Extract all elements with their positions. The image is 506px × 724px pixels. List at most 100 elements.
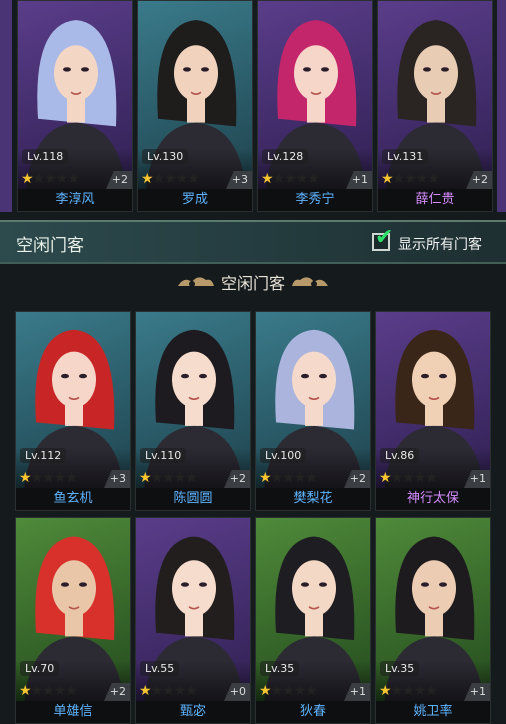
- star-empty-icon: ★: [173, 683, 187, 699]
- star-empty-icon: ★: [185, 470, 198, 486]
- hero-card[interactable]: Lv.130 ★★★★★ +3 罗成: [137, 0, 253, 212]
- offscreen-card-right: [497, 0, 506, 212]
- hero-card[interactable]: Lv.112 ★★★★★ +3 鱼玄机: [15, 311, 131, 511]
- star-filled-icon: ★: [379, 683, 392, 699]
- cloud-ornament-left-icon: [177, 277, 214, 287]
- hero-bonus-badge: +1: [344, 683, 370, 701]
- star-rating: ★★★★★: [139, 470, 198, 486]
- star-empty-icon: ★: [150, 470, 164, 486]
- hero-name: 陈圆圆: [136, 488, 250, 510]
- hero-level: Lv.100: [260, 448, 307, 463]
- star-empty-icon: ★: [42, 470, 55, 486]
- star-empty-icon: ★: [425, 470, 438, 486]
- hero-card[interactable]: Lv.118 ★★★★★ +2 李淳风: [17, 0, 133, 212]
- star-empty-icon: ★: [152, 171, 166, 187]
- hero-level: Lv.86: [380, 448, 420, 463]
- star-rating: ★★★★★: [19, 470, 78, 486]
- hero-info-overlay: Lv.55 ★★★★★ +0: [136, 661, 250, 701]
- hero-bonus-badge: +1: [464, 470, 490, 488]
- star-empty-icon: ★: [173, 470, 187, 486]
- star-empty-icon: ★: [30, 470, 44, 486]
- star-empty-icon: ★: [270, 683, 284, 699]
- hero-bonus-badge: +2: [106, 171, 132, 189]
- hero-bonus-badge: +0: [224, 683, 250, 701]
- hero-info-overlay: Lv.130 ★★★★★ +3: [138, 149, 252, 189]
- hero-card[interactable]: Lv.110 ★★★★★ +2 陈圆圆: [135, 311, 251, 511]
- star-empty-icon: ★: [415, 171, 429, 187]
- star-empty-icon: ★: [65, 683, 78, 699]
- hero-info-overlay: Lv.112 ★★★★★ +3: [16, 448, 130, 488]
- star-empty-icon: ★: [282, 683, 295, 699]
- hero-bonus-badge: +3: [226, 171, 252, 189]
- hero-level: Lv.128: [262, 149, 309, 164]
- star-filled-icon: ★: [381, 171, 394, 187]
- offscreen-card-left: [0, 0, 12, 212]
- star-empty-icon: ★: [425, 683, 438, 699]
- hero-card[interactable]: Lv.35 ★★★★★ +1 狄春: [255, 517, 371, 724]
- star-filled-icon: ★: [261, 171, 274, 187]
- hero-card[interactable]: Lv.86 ★★★★★ +1 神行太保: [375, 311, 491, 511]
- star-filled-icon: ★: [139, 470, 152, 486]
- hero-name: 狄春: [256, 701, 370, 723]
- hero-card[interactable]: Lv.100 ★★★★★ +2 樊梨花: [255, 311, 371, 511]
- star-rating: ★★★★★: [379, 683, 438, 699]
- hero-info-overlay: Lv.35 ★★★★★ +1: [376, 661, 490, 701]
- hero-name: 神行太保: [376, 488, 490, 510]
- hero-name: 樊梨花: [256, 488, 370, 510]
- hero-card[interactable]: Lv.55 ★★★★★ +0 甄宓: [135, 517, 251, 724]
- star-empty-icon: ★: [413, 683, 427, 699]
- star-empty-icon: ★: [187, 171, 200, 187]
- star-empty-icon: ★: [293, 470, 307, 486]
- star-filled-icon: ★: [21, 171, 34, 187]
- star-empty-icon: ★: [413, 470, 427, 486]
- hero-name: 甄宓: [136, 701, 250, 723]
- hero-info-overlay: Lv.131 ★★★★★ +2: [378, 149, 492, 189]
- star-empty-icon: ★: [427, 171, 440, 187]
- star-filled-icon: ★: [19, 470, 32, 486]
- star-empty-icon: ★: [282, 470, 295, 486]
- hero-card[interactable]: Lv.35 ★★★★★ +1 姚卫率: [375, 517, 491, 724]
- show-all-label[interactable]: 显示所有门客: [398, 234, 482, 254]
- star-empty-icon: ★: [53, 470, 67, 486]
- star-empty-icon: ★: [162, 683, 175, 699]
- show-all-checkbox[interactable]: ✔: [372, 227, 393, 251]
- star-empty-icon: ★: [284, 171, 297, 187]
- star-empty-icon: ★: [162, 470, 175, 486]
- star-empty-icon: ★: [295, 171, 309, 187]
- hero-level: Lv.70: [20, 661, 60, 676]
- star-empty-icon: ★: [305, 470, 318, 486]
- star-filled-icon: ★: [19, 683, 32, 699]
- hero-bonus-badge: +2: [224, 470, 250, 488]
- star-empty-icon: ★: [164, 171, 177, 187]
- star-empty-icon: ★: [32, 171, 46, 187]
- star-empty-icon: ★: [293, 683, 307, 699]
- star-empty-icon: ★: [55, 171, 69, 187]
- hero-info-overlay: Lv.35 ★★★★★ +1: [256, 661, 370, 701]
- hero-card[interactable]: Lv.70 ★★★★★ +2 单雄信: [15, 517, 131, 724]
- hero-bonus-badge: +1: [464, 683, 490, 701]
- star-empty-icon: ★: [175, 171, 189, 187]
- star-empty-icon: ★: [67, 171, 80, 187]
- star-empty-icon: ★: [402, 683, 415, 699]
- hero-bonus-badge: +1: [346, 171, 372, 189]
- star-rating: ★★★★★: [19, 683, 78, 699]
- star-empty-icon: ★: [272, 171, 286, 187]
- hero-name: 李淳风: [18, 189, 132, 211]
- hero-bonus-badge: +2: [466, 171, 492, 189]
- star-empty-icon: ★: [42, 683, 55, 699]
- star-empty-icon: ★: [65, 470, 78, 486]
- star-filled-icon: ★: [141, 171, 154, 187]
- hero-level: Lv.35: [260, 661, 300, 676]
- star-rating: ★★★★★: [21, 171, 80, 187]
- hero-name: 薛仁贵: [378, 189, 492, 211]
- hero-card[interactable]: Lv.131 ★★★★★ +2 薛仁贵: [377, 0, 493, 212]
- star-empty-icon: ★: [392, 171, 406, 187]
- hero-name: 李秀宁: [258, 189, 372, 211]
- hero-info-overlay: Lv.110 ★★★★★ +2: [136, 448, 250, 488]
- star-empty-icon: ★: [185, 683, 198, 699]
- idle-subtitle: 空闲门客: [0, 270, 506, 300]
- hero-card[interactable]: Lv.128 ★★★★★ +1 李秀宁: [257, 0, 373, 212]
- star-empty-icon: ★: [402, 470, 415, 486]
- star-empty-icon: ★: [44, 171, 57, 187]
- star-filled-icon: ★: [139, 683, 152, 699]
